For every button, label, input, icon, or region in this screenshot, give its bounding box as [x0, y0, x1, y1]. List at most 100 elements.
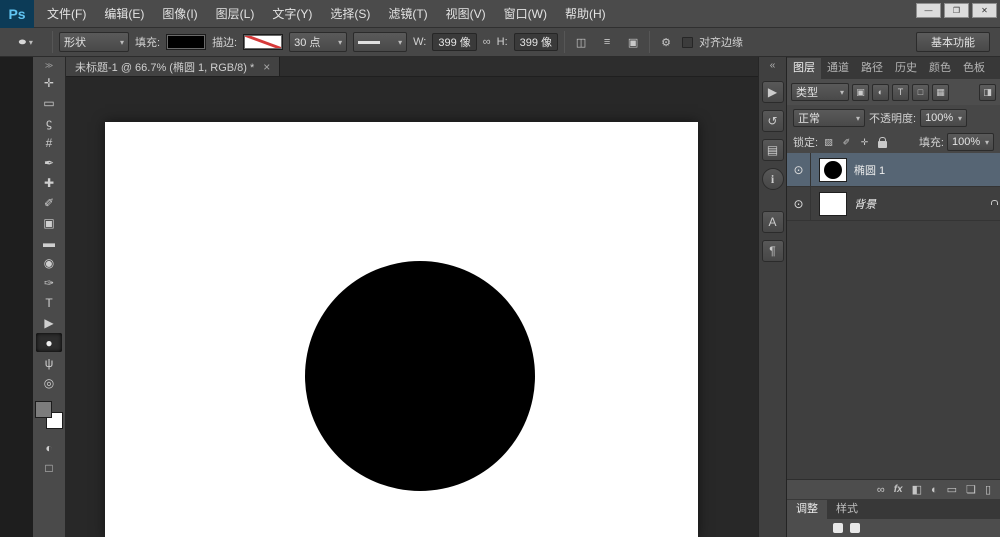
quick-mask-button[interactable]: ◐ [36, 438, 62, 457]
visibility-eye-icon[interactable]: ⊙ [787, 153, 811, 186]
spot-healing-brush-tool[interactable]: ✚ [36, 173, 62, 192]
menu-layer[interactable]: 图层(L) [207, 0, 264, 28]
link-dimensions-icon[interactable]: ∞ [483, 36, 491, 48]
menu-image[interactable]: 图像(I) [153, 0, 206, 28]
stroke-color-swatch[interactable] [243, 34, 283, 50]
menu-type[interactable]: 文字(Y) [263, 0, 321, 28]
tab-history[interactable]: 历史 [889, 58, 923, 79]
lock-transparency-icon[interactable]: ▨ [821, 135, 836, 150]
tab-paths[interactable]: 路径 [855, 58, 889, 79]
lock-pixels-icon[interactable]: ✐ [839, 135, 854, 150]
layer-row-ellipse[interactable]: ⊙ 椭圆 1 [787, 153, 1000, 187]
menu-help[interactable]: 帮助(H) [556, 0, 615, 28]
rectangular-marquee-tool[interactable]: ▭ [36, 93, 62, 112]
lasso-tool[interactable]: ϛ [36, 113, 62, 132]
stroke-width-select[interactable]: 30 点 ▾ [289, 32, 347, 52]
clone-stamp-tool[interactable]: ▣ [36, 213, 62, 232]
document-tab[interactable]: 未标题-1 @ 66.7% (椭圆 1, RGB/8) * × [66, 57, 280, 76]
histogram-icon[interactable]: ▤ [762, 139, 784, 161]
character-icon[interactable]: A [762, 211, 784, 233]
new-layer-icon[interactable]: ❏ [966, 483, 976, 496]
fill-color-swatch[interactable] [166, 34, 206, 50]
blur-tool[interactable]: ◉ [36, 253, 62, 272]
path-alignment-icon[interactable]: ≡ [597, 32, 617, 52]
visibility-eye-icon[interactable]: ⊙ [787, 187, 811, 220]
smart-object-filter-icon[interactable]: ▦ [932, 84, 949, 101]
foreground-color-swatch[interactable] [35, 401, 52, 418]
tab-swatches[interactable]: 色板 [957, 58, 991, 79]
menu-view[interactable]: 视图(V) [437, 0, 495, 28]
close-button[interactable]: ✕ [972, 3, 997, 18]
hand-tool[interactable]: ψ [36, 353, 62, 372]
info-icon[interactable]: i [762, 168, 784, 190]
crop-tool[interactable]: # [36, 133, 62, 152]
lock-position-icon[interactable]: ✛ [857, 135, 872, 150]
eyedropper-tool[interactable]: ✒ [36, 153, 62, 172]
eraser-tool[interactable]: ▬ [36, 233, 62, 252]
layer-row-background[interactable]: ⊙ 背景 [787, 187, 1000, 221]
document-canvas[interactable] [105, 122, 698, 537]
screen-mode-button[interactable]: □ [36, 458, 62, 477]
layer-filter-select[interactable]: 类型 ▾ [791, 83, 849, 101]
add-layer-mask-icon[interactable]: ◧ [912, 483, 922, 496]
menu-filter[interactable]: 滤镜(T) [379, 0, 436, 28]
paragraph-icon[interactable]: ¶ [762, 240, 784, 262]
tab-styles[interactable]: 样式 [827, 500, 867, 519]
toolbar-collapse-icon[interactable]: ≫ [45, 61, 53, 70]
tab-layers[interactable]: 图层 [787, 58, 821, 79]
expand-panels-icon[interactable]: « [770, 60, 776, 71]
new-adjustment-layer-icon[interactable]: ◐ [931, 484, 938, 496]
height-input[interactable]: 399 像 [514, 33, 558, 51]
tab-channels[interactable]: 通道 [821, 58, 855, 79]
tool-mode-select[interactable]: 形状 ▾ [59, 32, 129, 52]
menu-edit[interactable]: 编辑(E) [95, 0, 153, 28]
path-arrange-icon[interactable]: ▣ [623, 32, 643, 52]
blend-mode-select[interactable]: 正常 ▾ [793, 109, 865, 127]
menu-select[interactable]: 选择(S) [321, 0, 379, 28]
opacity-select[interactable]: 100% ▾ [920, 109, 967, 127]
align-edges-checkbox[interactable] [682, 37, 693, 48]
stroke-width-value: 30 点 [294, 34, 320, 50]
zoom-tool[interactable]: ◎ [36, 373, 62, 392]
menu-window[interactable]: 窗口(W) [495, 0, 556, 28]
adjustment-filter-icon[interactable]: ◐ [872, 84, 889, 101]
layer-thumbnail[interactable] [819, 158, 847, 182]
pen-tool[interactable]: ✑ [36, 273, 62, 292]
delete-layer-icon[interactable]: ▯ [985, 483, 991, 496]
pixel-filter-icon[interactable]: ▣ [852, 84, 869, 101]
lock-all-icon[interactable] [875, 135, 890, 150]
history-icon[interactable]: ↺ [762, 110, 784, 132]
path-selection-tool[interactable]: ▶ [36, 313, 62, 332]
ellipse-tool[interactable]: ● [36, 333, 62, 352]
tab-color[interactable]: 颜色 [923, 58, 957, 79]
actions-icon[interactable]: ▶ [762, 81, 784, 103]
layer-name[interactable]: 背景 [854, 196, 876, 212]
close-icon[interactable]: × [263, 60, 270, 74]
menu-file[interactable]: 文件(F) [38, 0, 95, 28]
fill-opacity-select[interactable]: 100% ▾ [947, 133, 994, 151]
layer-thumbnail[interactable] [819, 192, 847, 216]
ellipse-shape[interactable] [305, 261, 535, 491]
adjustment-preset-icon[interactable] [850, 523, 860, 533]
shape-filter-icon[interactable]: □ [912, 84, 929, 101]
restore-button[interactable]: ❐ [944, 3, 969, 18]
brush-tool[interactable]: ✐ [36, 193, 62, 212]
minimize-button[interactable]: — [916, 3, 941, 18]
link-layers-icon[interactable]: ∞ [877, 484, 885, 496]
layer-effects-icon[interactable]: fx [894, 484, 903, 495]
path-operations-icon[interactable]: ◫ [571, 32, 591, 52]
type-tool[interactable]: T [36, 293, 62, 312]
workspace-button[interactable]: 基本功能 [916, 32, 990, 52]
layer-name[interactable]: 椭圆 1 [854, 162, 885, 178]
tool-preset-picker[interactable]: ● ▾ [6, 31, 46, 53]
move-tool[interactable]: ✛ [36, 73, 62, 92]
new-group-icon[interactable]: ▭ [947, 483, 957, 496]
type-filter-icon[interactable]: T [892, 84, 909, 101]
filter-toggle-icon[interactable]: ◨ [979, 84, 996, 101]
bottom-panel-tab-bar: 调整 样式 [787, 499, 1000, 519]
stroke-type-select[interactable]: ▾ [353, 32, 407, 52]
adjustment-preset-icon[interactable] [833, 523, 843, 533]
gear-icon[interactable]: ⚙ [656, 32, 676, 52]
width-input[interactable]: 399 像 [432, 33, 476, 51]
tab-adjustments[interactable]: 调整 [787, 500, 827, 519]
